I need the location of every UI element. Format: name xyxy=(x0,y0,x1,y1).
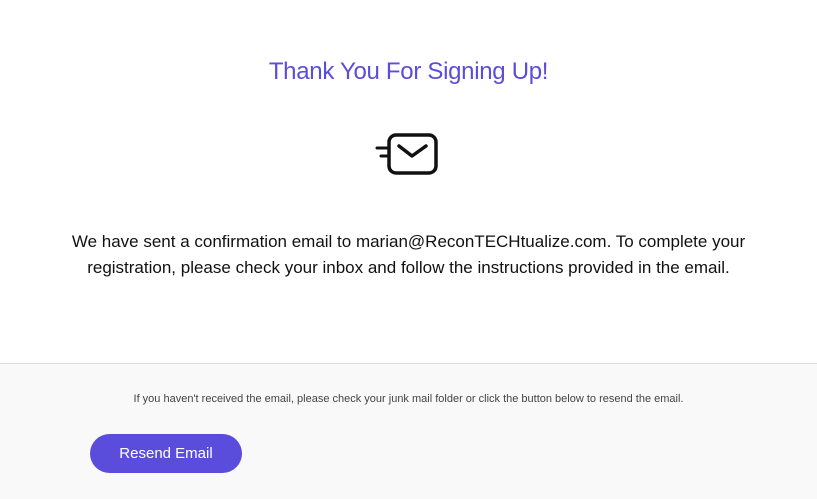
confirmation-panel: Thank You For Signing Up! We have sent a… xyxy=(0,0,817,363)
mail-sent-icon xyxy=(373,128,443,180)
page-title: Thank You For Signing Up! xyxy=(268,58,549,85)
resend-note: If you haven't received the email, pleas… xyxy=(133,393,684,405)
confirmation-message: We have sent a confirmation email to mar… xyxy=(71,232,746,277)
resend-email-button[interactable]: Resend Email xyxy=(90,434,242,473)
resend-section: If you haven't received the email, pleas… xyxy=(0,364,817,499)
